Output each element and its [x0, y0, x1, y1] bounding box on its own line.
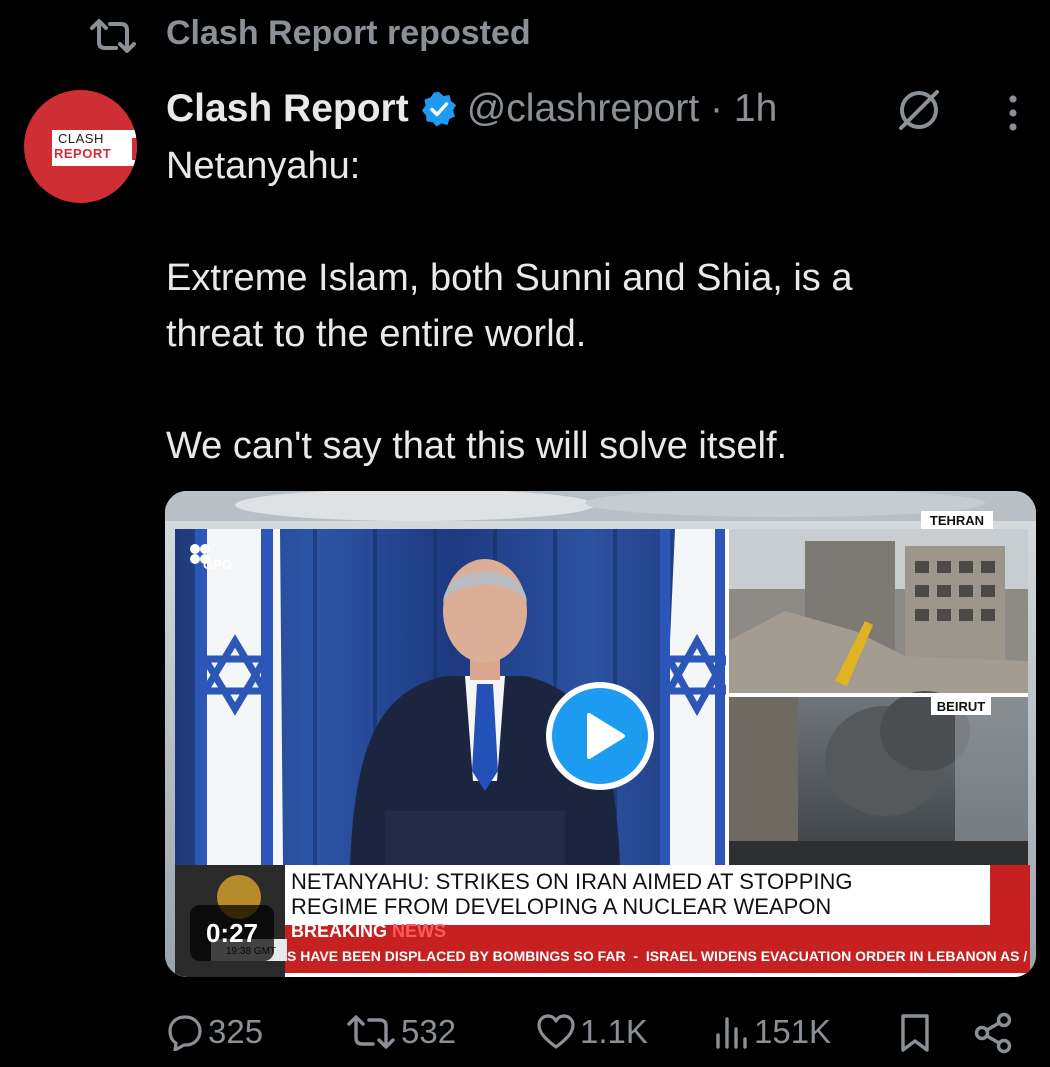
tweet-header: Clash Report @clashreport · 1h	[166, 84, 777, 134]
like-count: 1.1K	[580, 1013, 648, 1050]
author-handle-and-time[interactable]: @clashreport · 1h	[467, 87, 778, 131]
like-button[interactable]: 1.1K	[536, 1010, 648, 1054]
repost-button[interactable]: 532	[345, 1010, 456, 1054]
tweet-text-line: threat to the entire world.	[166, 313, 587, 355]
repost-count: 532	[401, 1013, 457, 1050]
news-headline: NETANYAHU: STRIKES ON IRAN AIMED AT STOP…	[291, 869, 853, 919]
avatar-logo-line1: CLASH	[58, 131, 104, 146]
avatar-logo-notch	[132, 138, 137, 160]
more-options-icon[interactable]	[1000, 94, 1026, 134]
news-headline-line2: REGIME FROM DEVELOPING A NUCLEAR WEAPON	[291, 894, 832, 919]
avatar-logo-plate: CLASH REPORT	[52, 130, 136, 166]
verified-badge-icon	[421, 92, 456, 127]
news-headline-line1: NETANYAHU: STRIKES ON IRAN AIMED AT STOP…	[291, 869, 853, 894]
news-text: NEWS	[392, 921, 447, 941]
news-ticker: S HAVE BEEN DISPLACED BY BOMBINGS SO FAR…	[287, 948, 1027, 964]
tweet-text-line: We can't say that this will solve itself…	[166, 425, 788, 467]
tweet-text-line: Extreme Islam, both Sunni and Shia, is a	[166, 257, 853, 299]
reply-button[interactable]: 325	[166, 1010, 263, 1054]
breaking-text: BREAKING	[291, 921, 388, 941]
view-count: 151K	[754, 1013, 832, 1050]
heart-icon	[537, 1014, 575, 1049]
avatar-logo-line2: REPORT	[54, 146, 112, 161]
views-chart-icon	[716, 1017, 747, 1049]
repost-icon	[347, 1015, 395, 1049]
reply-count: 325	[208, 1013, 264, 1050]
inset-label-top: TEHRAN	[921, 511, 993, 529]
grok-icon[interactable]	[895, 86, 943, 134]
author-display-name[interactable]: Clash Report	[166, 87, 409, 131]
play-button-icon[interactable]	[545, 681, 655, 791]
tweet-text-line: Netanyahu:	[166, 145, 361, 187]
gpo-label: GPO	[203, 557, 232, 572]
gpo-logo: GPO	[189, 543, 249, 573]
views-button[interactable]: 151K	[714, 1010, 831, 1054]
inset-label-bottom: BEIRUT	[931, 697, 991, 715]
repost-indicator-icon	[90, 19, 136, 53]
avatar[interactable]: CLASH REPORT	[24, 90, 137, 203]
share-icon[interactable]	[972, 1012, 1014, 1054]
bookmark-icon[interactable]	[898, 1012, 932, 1054]
breaking-news-label: BREAKING NEWS	[291, 921, 446, 942]
reply-icon	[168, 1015, 202, 1051]
video-duration: 0:27	[190, 905, 274, 961]
repost-label: Clash Report reposted	[166, 14, 531, 52]
